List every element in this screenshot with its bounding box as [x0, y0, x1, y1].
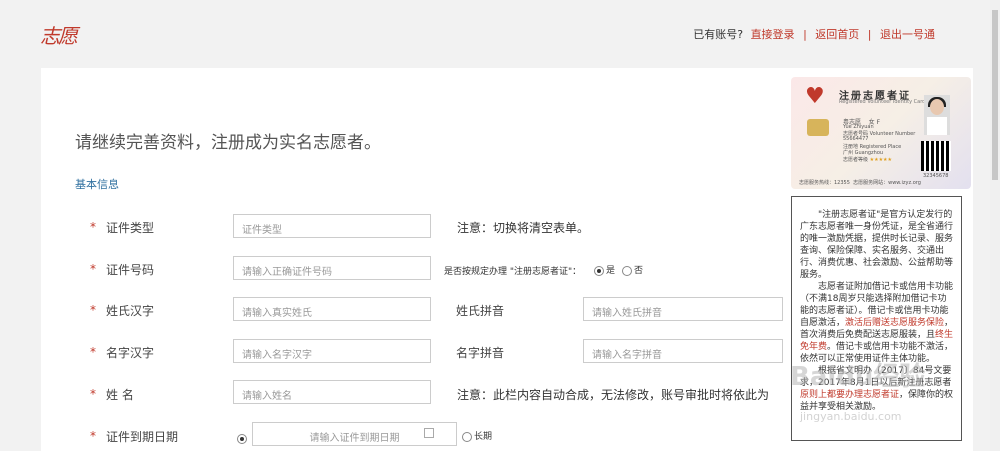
watermark-url: jingyan.baidu.com [800, 410, 902, 423]
id-type-note: 注意：切换将清空表单。 [457, 221, 590, 235]
long-term-option[interactable]: 长期 [462, 429, 492, 442]
card-description: "注册志愿者证"是官方认定发行的广东志愿者唯一身份凭证，是全省通行的唯一激励凭据… [791, 196, 962, 441]
given-name-input[interactable]: 请输入名字汉字 [233, 339, 431, 363]
required-star: * [90, 220, 96, 234]
divider: | [803, 28, 807, 41]
surname-pinyin-input[interactable]: 请输入姓氏拼音 [583, 297, 783, 321]
id-type-label: 证件类型 [106, 221, 155, 235]
top-links: 已有账号? 直接登录 | 返回首页 | 退出一号通 [693, 26, 935, 42]
radio-long-term[interactable] [462, 431, 472, 442]
expiry-label: 证件到期日期 [106, 430, 179, 444]
full-name-note: 注意：此栏内容自动合成，无法修改，账号审批时将依此为 [457, 388, 770, 402]
card-subtitle: Registered Volunteer Identity Card [839, 99, 926, 105]
card-volunteer-no: 55664477 [843, 136, 869, 142]
desc-paragraph-2: 志愿者证附加借记卡或信用卡功能（不满18周岁只能选择附加借记卡功能的志愿者证）。… [800, 282, 954, 364]
card-no-option[interactable]: 否 [622, 263, 643, 276]
card-question: 是否按规定办理 "注册志愿者证"： [444, 267, 582, 277]
section-title-basic-info[interactable]: 基本信息 [75, 176, 119, 192]
home-link[interactable]: 返回首页 [815, 28, 859, 41]
login-link[interactable]: 直接登录 [751, 28, 795, 41]
volunteer-card-image: ♥ 注册志愿者证 Registered Volunteer Identity C… [791, 77, 971, 189]
chip-icon [807, 119, 829, 136]
card-place: 广州 Guangzhou [843, 150, 884, 156]
expiry-date-radio[interactable] [237, 428, 249, 447]
surname-input[interactable]: 请输入真实姓氏 [233, 297, 431, 321]
calendar-icon[interactable] [424, 428, 434, 438]
given-name-pinyin-label: 名字拼音 [456, 346, 505, 360]
required-star: * [90, 429, 96, 443]
site-logo[interactable]: 志愿 [40, 20, 78, 49]
surname-pinyin-label: 姓氏拼音 [456, 304, 505, 318]
page-heading: 请继续完善资料，注册成为实名志愿者。 [75, 133, 381, 153]
full-name-label: 姓 名 [106, 388, 134, 402]
card-footer: 志愿服务热线：12355 志愿服务网站：www.izyz.org [799, 180, 921, 186]
given-name-label: 名字汉字 [106, 346, 155, 360]
heart-logo-icon: ♥ [805, 84, 825, 109]
card-level: 志愿者等级 ★★★★★ [843, 157, 893, 163]
required-star: * [90, 303, 96, 317]
logout-link[interactable]: 退出一号通 [880, 28, 935, 41]
id-number-label: 证件号码 [106, 263, 155, 277]
required-star: * [90, 387, 96, 401]
watermark: Baidu经验 [790, 362, 926, 392]
given-name-pinyin-input[interactable]: 请输入名字拼音 [583, 339, 783, 363]
card-yes-option[interactable]: 是 [594, 263, 615, 276]
surname-label: 姓氏汉字 [106, 304, 155, 318]
radio-no[interactable] [622, 265, 632, 276]
required-star: * [90, 345, 96, 359]
card-photo [924, 95, 950, 135]
divider: | [867, 28, 872, 41]
id-type-select[interactable]: 证件类型 [233, 214, 431, 238]
full-name-input: 请输入姓名 [233, 380, 431, 404]
top-bar: 志愿 已有账号? 直接登录 | 返回首页 | 退出一号通 [0, 0, 990, 68]
required-star: * [90, 262, 96, 276]
scrollbar-thumb[interactable] [992, 10, 998, 180]
radio-yes[interactable] [594, 265, 604, 276]
qr-code-icon [921, 141, 951, 171]
id-number-input[interactable]: 请输入正确证件号码 [233, 256, 431, 280]
has-account-text: 已有账号? [693, 28, 744, 41]
desc-paragraph-1: "注册志愿者证"是官方认定发行的广东志愿者唯一身份凭证，是全省通行的唯一激励凭据… [800, 210, 954, 280]
